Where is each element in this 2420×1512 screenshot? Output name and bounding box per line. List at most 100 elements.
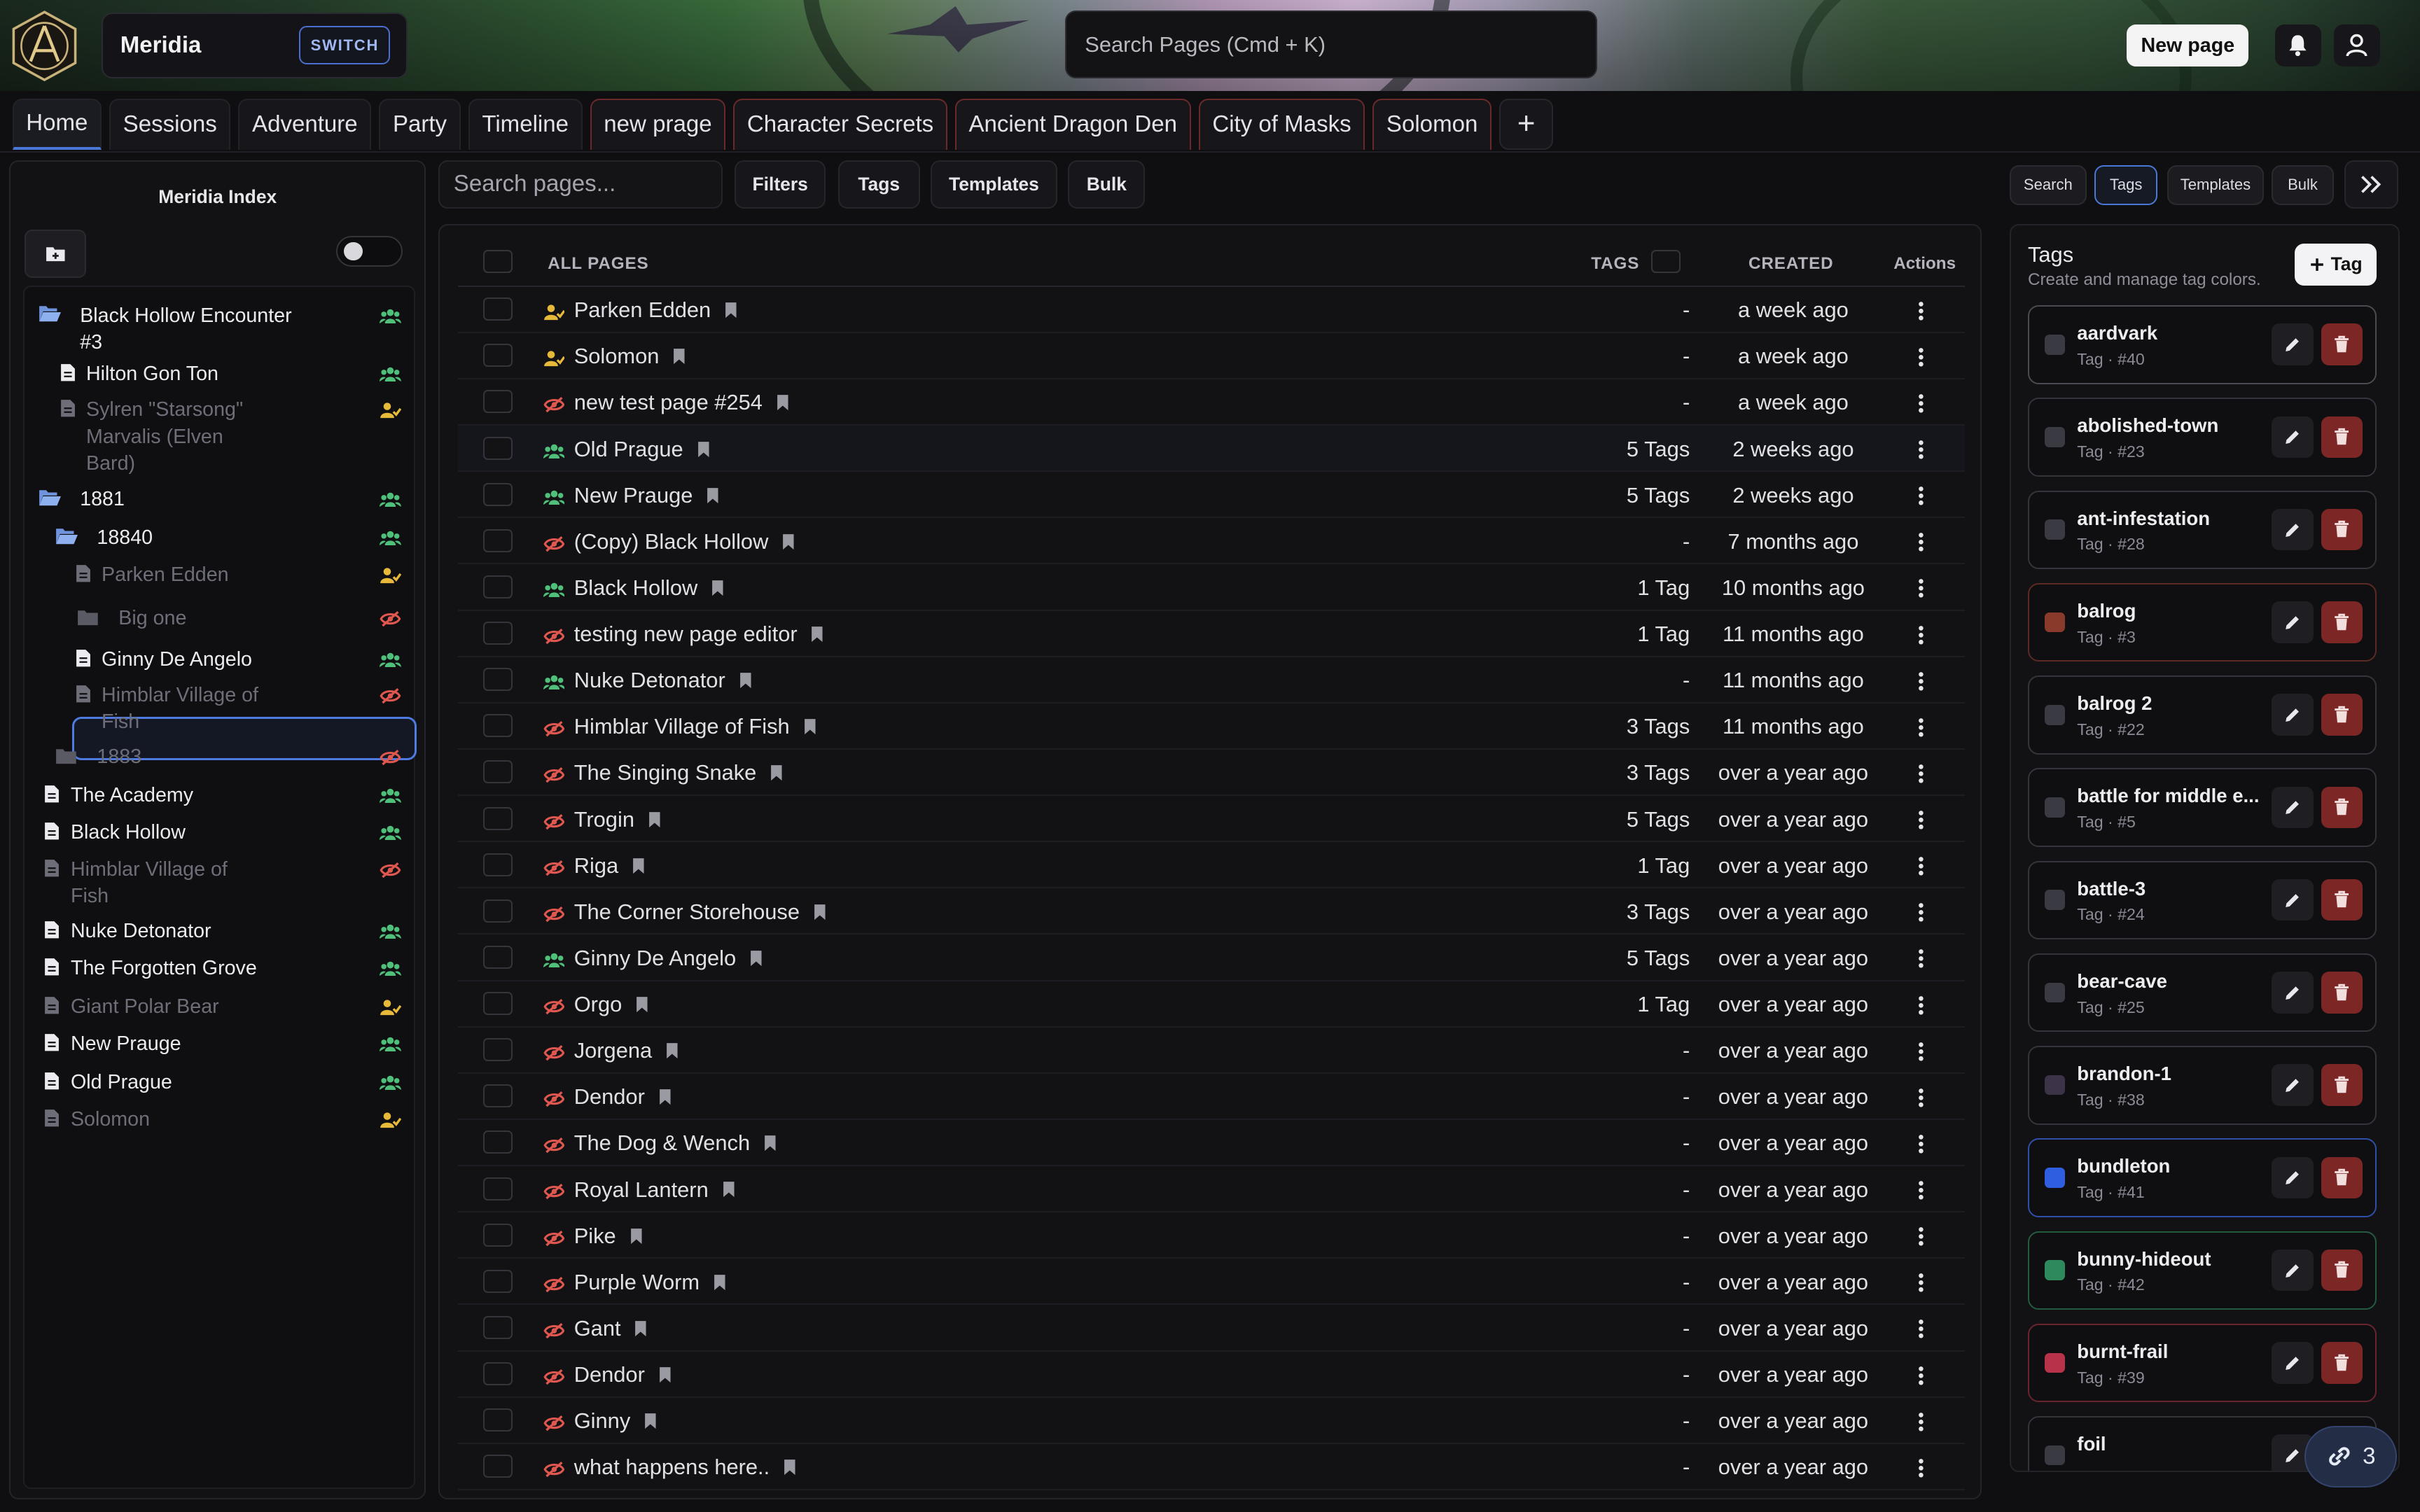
bulk-button[interactable]: Bulk (1068, 160, 1146, 209)
row-checkbox[interactable] (482, 1223, 513, 1247)
table-row[interactable]: The Corner Storehouse 3 Tags over a year a… (458, 888, 1965, 935)
row-checkbox[interactable] (482, 714, 513, 738)
page-name-cell[interactable]: New Prauge (574, 483, 719, 510)
delete-tag-button[interactable] (2321, 1064, 2363, 1106)
tag-color-swatch[interactable] (2045, 1168, 2065, 1188)
right-tab-templates[interactable]: Templates (2167, 164, 2265, 206)
more-actions-icon[interactable] (1918, 1456, 1924, 1484)
row-checkbox[interactable] (482, 298, 513, 321)
tag-card[interactable]: battle-3 Tag · #24 (2027, 860, 2377, 940)
more-actions-icon[interactable] (1918, 1225, 1924, 1253)
delete-tag-button[interactable] (2321, 1249, 2363, 1292)
table-row[interactable]: The Singing Snake 3 Tags over a year ago (458, 750, 1965, 797)
page-name-cell[interactable]: new test page #254 (574, 390, 789, 416)
more-actions-icon[interactable] (1918, 1179, 1924, 1207)
tag-card[interactable]: bundleton Tag · #41 (2027, 1138, 2377, 1217)
sidebar-toggle[interactable] (336, 236, 403, 267)
more-actions-icon[interactable] (1918, 669, 1924, 697)
edit-tag-button[interactable] (2272, 1156, 2314, 1199)
more-actions-icon[interactable] (1918, 392, 1924, 420)
row-checkbox[interactable] (482, 436, 513, 460)
page-name-cell[interactable]: Nuke Detonator (574, 668, 751, 694)
edit-tag-button[interactable] (2272, 786, 2314, 829)
bookmark-icon[interactable] (648, 808, 661, 834)
table-row[interactable]: Purple Worm - over a year ago (458, 1259, 1965, 1306)
table-row[interactable]: Old Prague 5 Tags 2 weeks ago (458, 426, 1965, 472)
col-created[interactable]: CREATED (1748, 254, 1834, 274)
templates-button[interactable]: Templates (931, 160, 1057, 209)
edit-tag-button[interactable] (2272, 1064, 2314, 1106)
page-name-cell[interactable]: The Dog & Wench (574, 1130, 777, 1157)
page-name-cell[interactable]: Dendor (574, 1084, 672, 1111)
bookmark-icon[interactable] (814, 901, 826, 926)
bookmark-icon[interactable] (636, 993, 648, 1018)
notifications-button[interactable] (2274, 24, 2321, 66)
more-actions-icon[interactable] (1918, 1410, 1924, 1438)
more-actions-icon[interactable] (1918, 438, 1924, 466)
edit-tag-button[interactable] (2272, 1249, 2314, 1292)
row-checkbox[interactable] (482, 853, 513, 876)
tag-card[interactable]: aardvark Tag · #40 (2027, 305, 2377, 384)
edit-tag-button[interactable] (2272, 1342, 2314, 1384)
tab-solomon[interactable]: Solomon (1372, 99, 1491, 150)
delete-tag-button[interactable] (2321, 416, 2363, 458)
select-all-checkbox[interactable] (482, 249, 513, 273)
bookmark-icon[interactable] (714, 1271, 726, 1296)
table-row[interactable]: Trogin 5 Tags over a year ago (458, 796, 1965, 843)
table-row[interactable]: Nuke Detonator - 11 months ago (458, 657, 1965, 704)
edit-tag-button[interactable] (2272, 508, 2314, 551)
row-checkbox[interactable] (482, 945, 513, 969)
tag-card[interactable]: brandon-1 Tag · #38 (2027, 1046, 2377, 1125)
new-folder-button[interactable] (25, 230, 87, 278)
table-row[interactable]: Himblar Village of Fish 3 Tags 11 months a… (458, 704, 1965, 750)
tab-timeline[interactable]: Timeline (468, 99, 583, 150)
row-checkbox[interactable] (482, 1362, 513, 1386)
col-tags[interactable]: TAGS (1591, 254, 1639, 274)
page-name-cell[interactable]: Ginny (574, 1408, 657, 1435)
edit-tag-button[interactable] (2272, 416, 2314, 458)
bookmark-icon[interactable] (782, 531, 795, 556)
page-name-cell[interactable]: Old Prague (574, 437, 709, 463)
add-tag-button[interactable]: Tag (2295, 244, 2377, 286)
row-checkbox[interactable] (482, 1315, 513, 1339)
row-checkbox[interactable] (482, 760, 513, 784)
tag-color-swatch[interactable] (2045, 982, 2065, 1003)
row-checkbox[interactable] (482, 622, 513, 645)
bookmark-icon[interactable] (739, 669, 752, 694)
tab-adventure[interactable]: Adventure (238, 99, 372, 150)
page-name-cell[interactable]: testing new page editor (574, 622, 823, 648)
row-checkbox[interactable] (482, 1177, 513, 1200)
more-actions-icon[interactable] (1918, 484, 1924, 512)
table-row[interactable]: (Copy) Black Hollow - 7 months ago (458, 518, 1965, 565)
page-name-cell[interactable]: Pike (574, 1224, 642, 1250)
new-page-button[interactable]: New page (2127, 24, 2249, 66)
user-menu-button[interactable] (2333, 24, 2380, 66)
more-actions-icon[interactable] (1918, 947, 1924, 975)
bookmark-icon[interactable] (764, 1133, 777, 1158)
bookmark-icon[interactable] (711, 577, 724, 602)
more-actions-icon[interactable] (1918, 577, 1924, 605)
bookmark-icon[interactable] (673, 346, 686, 371)
table-row[interactable]: what happens here.. - over a year ago (458, 1444, 1965, 1490)
table-row[interactable]: Pike - over a year ago (458, 1212, 1965, 1259)
more-actions-icon[interactable] (1918, 762, 1924, 790)
page-name-cell[interactable]: Himblar Village of Fish (574, 714, 816, 741)
tag-color-swatch[interactable] (2045, 704, 2065, 725)
delete-tag-button[interactable] (2321, 1156, 2363, 1199)
table-row[interactable]: Jorgena - over a year ago (458, 1028, 1965, 1074)
bookmark-icon[interactable] (659, 1086, 672, 1111)
row-checkbox[interactable] (482, 575, 513, 598)
row-checkbox[interactable] (482, 390, 513, 414)
table-row[interactable]: Dendor - over a year ago (458, 1352, 1965, 1398)
table-row[interactable]: Dendor - over a year ago (458, 1074, 1965, 1120)
row-checkbox[interactable] (482, 344, 513, 368)
delete-tag-button[interactable] (2321, 323, 2363, 365)
table-row[interactable]: Black Hollow 1 Tag 10 months ago (458, 564, 1965, 611)
bookmark-icon[interactable] (784, 1456, 796, 1481)
table-row[interactable]: Royal Lantern - over a year ago (458, 1166, 1965, 1213)
row-checkbox[interactable] (482, 1130, 513, 1154)
row-checkbox[interactable] (482, 1084, 513, 1108)
row-checkbox[interactable] (482, 668, 513, 692)
more-actions-icon[interactable] (1918, 901, 1924, 929)
more-actions-icon[interactable] (1918, 1133, 1924, 1161)
